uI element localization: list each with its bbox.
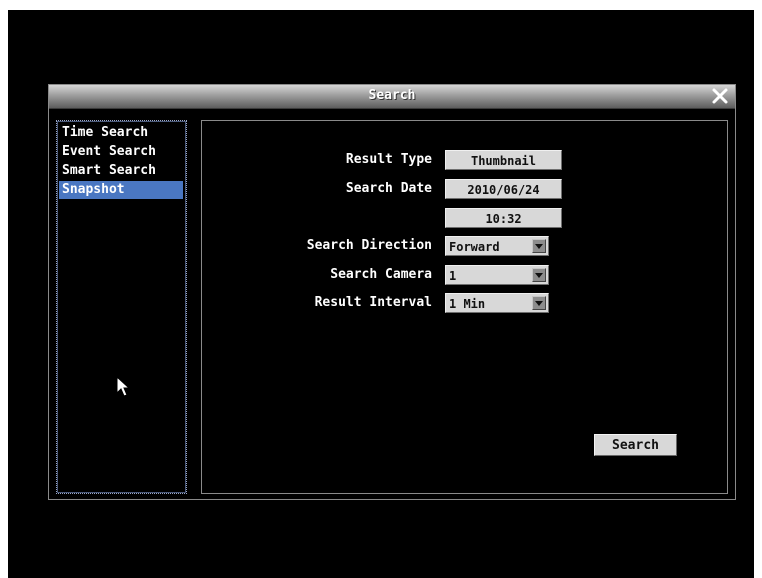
search-direction-label: Search Direction: [306, 238, 432, 253]
dialog-title: Search: [368, 88, 416, 103]
dropdown-arrow-icon[interactable]: [532, 296, 546, 310]
result-interval-label: Result Interval: [314, 295, 432, 310]
menu-item-snapshot[interactable]: Snapshot: [59, 181, 183, 199]
mouse-pointer-icon: [116, 376, 130, 397]
search-camera-value: 1: [449, 269, 457, 283]
search-direction-select[interactable]: Forward: [445, 236, 549, 256]
result-type-field[interactable]: Thumbnail: [445, 150, 562, 170]
result-interval-value: 1 Min: [449, 297, 486, 311]
search-direction-value: Forward: [449, 240, 500, 254]
search-settings-panel: Result Type Thumbnail Search Date 2010/0…: [201, 120, 728, 494]
search-camera-select[interactable]: 1: [445, 265, 549, 285]
result-interval-select[interactable]: 1 Min: [445, 293, 549, 313]
title-bar: Search: [49, 85, 735, 109]
search-mode-menu: Time Search Event Search Smart Search Sn…: [56, 120, 187, 494]
menu-item-time-search[interactable]: Time Search: [59, 124, 183, 142]
search-dialog: Search Time Search Event Search Smart Se…: [48, 84, 736, 500]
search-date-field[interactable]: 2010/06/24: [445, 179, 562, 199]
close-icon[interactable]: [711, 87, 729, 105]
menu-item-smart-search[interactable]: Smart Search: [59, 162, 183, 180]
search-button[interactable]: Search: [594, 434, 677, 456]
result-type-label: Result Type: [345, 152, 432, 167]
search-camera-label: Search Camera: [330, 267, 432, 282]
search-time-field[interactable]: 10:32: [445, 208, 562, 228]
search-date-label: Search Date: [345, 181, 432, 196]
dropdown-arrow-icon[interactable]: [532, 239, 546, 253]
dropdown-arrow-icon[interactable]: [532, 268, 546, 282]
menu-item-event-search[interactable]: Event Search: [59, 143, 183, 161]
